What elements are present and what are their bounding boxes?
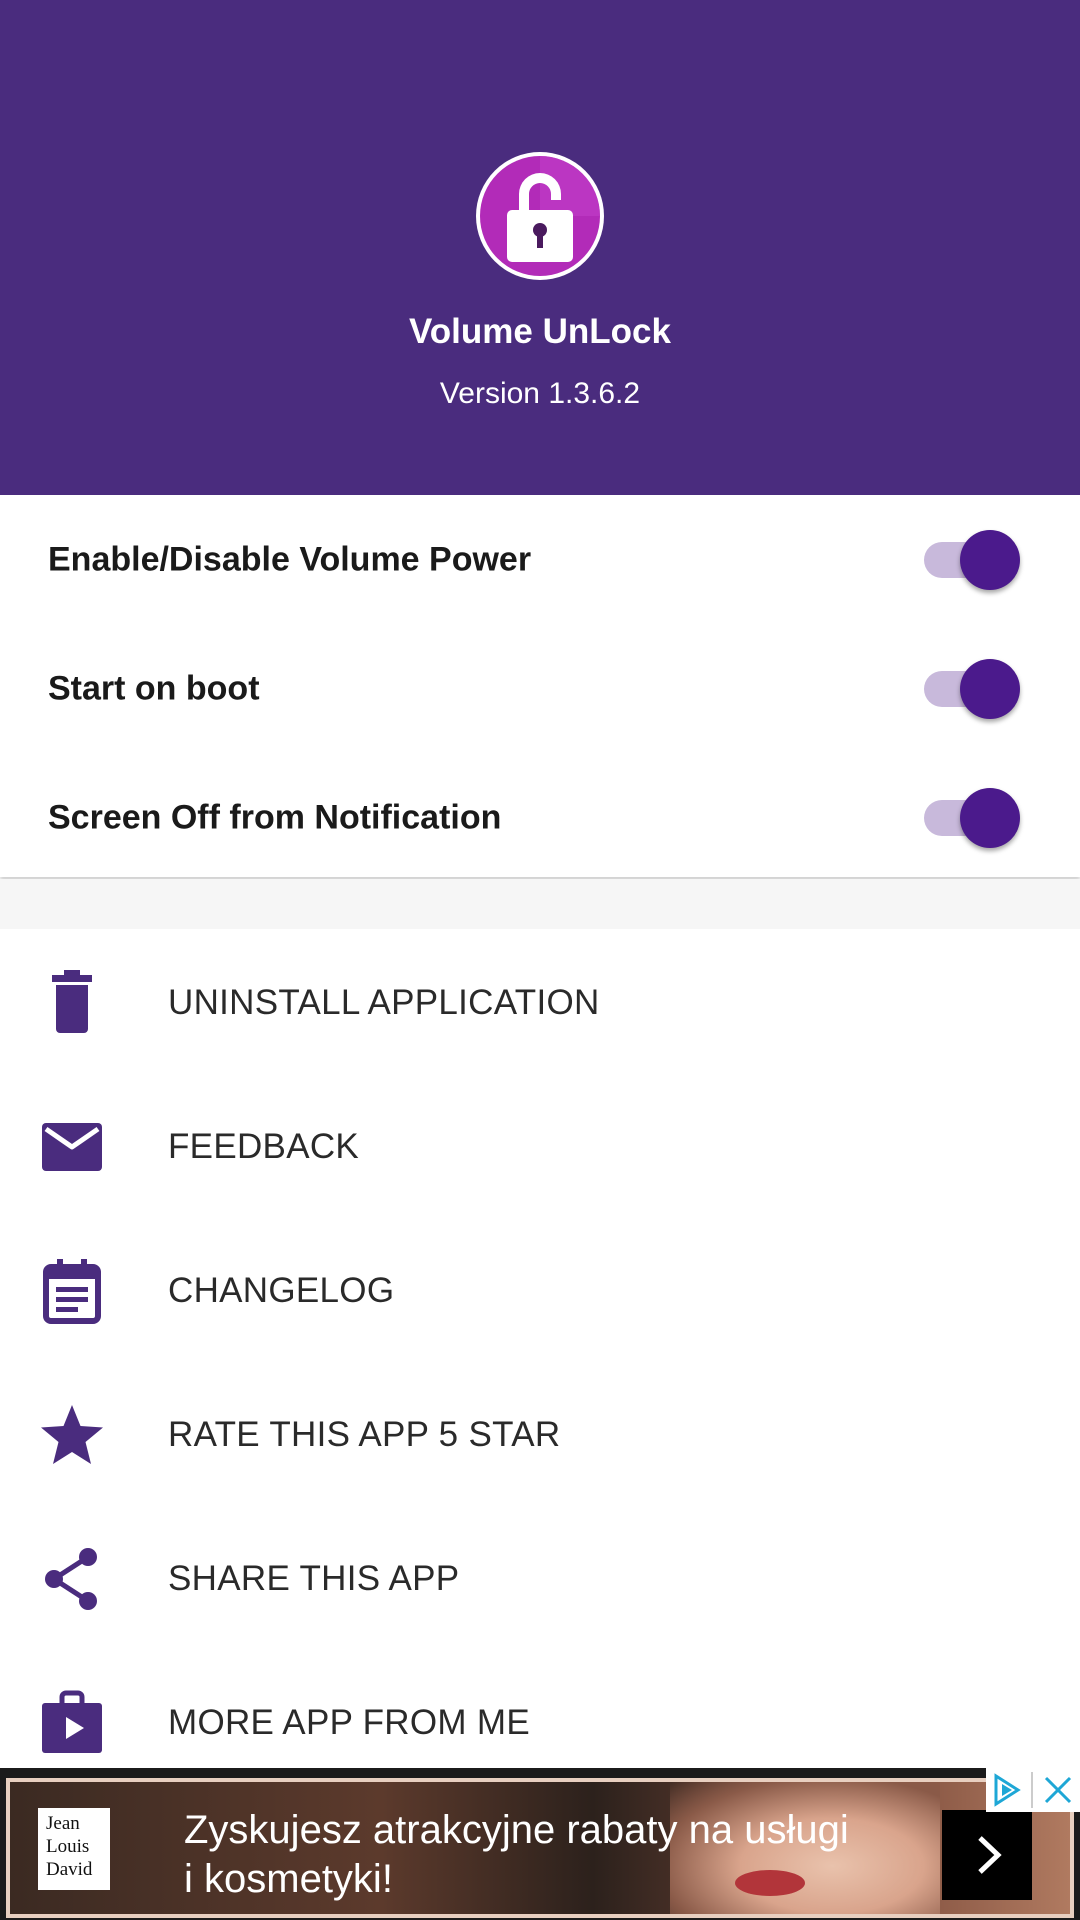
menu-label: CHANGELOG: [168, 1271, 395, 1310]
calendar-note-icon: [43, 1259, 101, 1324]
setting-row-start-on-boot[interactable]: Start on boot: [0, 624, 1080, 753]
store-bag-icon: [42, 1690, 102, 1753]
toggle-thumb: [960, 529, 1020, 590]
app-header: Volume UnLock Version 1.3.6.2: [0, 0, 1080, 495]
menu-label: RATE THIS APP 5 STAR: [168, 1415, 561, 1454]
menu-item-rate[interactable]: RATE THIS APP 5 STAR: [0, 1363, 1080, 1507]
unlock-app-icon: [476, 152, 604, 280]
ad-text-line-1: Zyskujesz atrakcyjne rabaty na usługi: [184, 1808, 849, 1852]
setting-label: Start on boot: [48, 669, 260, 707]
ad-headline: Zyskujesz atrakcyjne rabaty na usługi i …: [184, 1806, 944, 1904]
menu-item-changelog[interactable]: CHANGELOG: [0, 1219, 1080, 1363]
section-divider: [0, 879, 1080, 929]
mail-icon: [42, 1123, 102, 1171]
app-version: Version 1.3.6.2: [439, 377, 641, 410]
toggle-thumb: [960, 658, 1020, 719]
screen-off-notification-toggle[interactable]: [924, 787, 1020, 848]
app-title: Volume UnLock: [409, 312, 671, 351]
trash-icon: [52, 970, 92, 1033]
menu-label: FEEDBACK: [168, 1127, 360, 1166]
ad-banner[interactable]: Jean Louis David Zyskujesz atrakcyjne raba…: [0, 1768, 1080, 1920]
ad-choices-icon[interactable]: [986, 1768, 1080, 1812]
chevron-right-icon[interactable]: [942, 1810, 1032, 1900]
setting-row-volume-power[interactable]: Enable/Disable Volume Power: [0, 495, 1080, 624]
menu-item-feedback[interactable]: FEEDBACK: [0, 1075, 1080, 1219]
menu-label: SHARE THIS APP: [168, 1559, 460, 1598]
menu-item-uninstall[interactable]: UNINSTALL APPLICATION: [0, 931, 1080, 1075]
ad-brand-logo: Jean Louis David: [38, 1808, 110, 1890]
toggle-thumb: [960, 787, 1020, 848]
ad-frame[interactable]: Jean Louis David Zyskujesz atrakcyjne raba…: [6, 1778, 1074, 1918]
setting-label: Enable/Disable Volume Power: [48, 540, 532, 578]
menu-label: MORE APP FROM ME: [168, 1703, 530, 1742]
menu-item-share[interactable]: SHARE THIS APP: [0, 1507, 1080, 1651]
volume-power-toggle[interactable]: [924, 529, 1020, 590]
setting-label: Screen Off from Notification: [48, 798, 502, 836]
share-icon: [45, 1548, 97, 1610]
settings-card: Enable/Disable Volume Power Start on boo…: [0, 495, 1080, 877]
ad-text-line-2: i kosmetyki!: [184, 1857, 393, 1901]
setting-row-screen-off[interactable]: Screen Off from Notification: [0, 753, 1080, 882]
start-on-boot-toggle[interactable]: [924, 658, 1020, 719]
star-icon: [41, 1405, 103, 1464]
menu-label: UNINSTALL APPLICATION: [168, 983, 600, 1022]
